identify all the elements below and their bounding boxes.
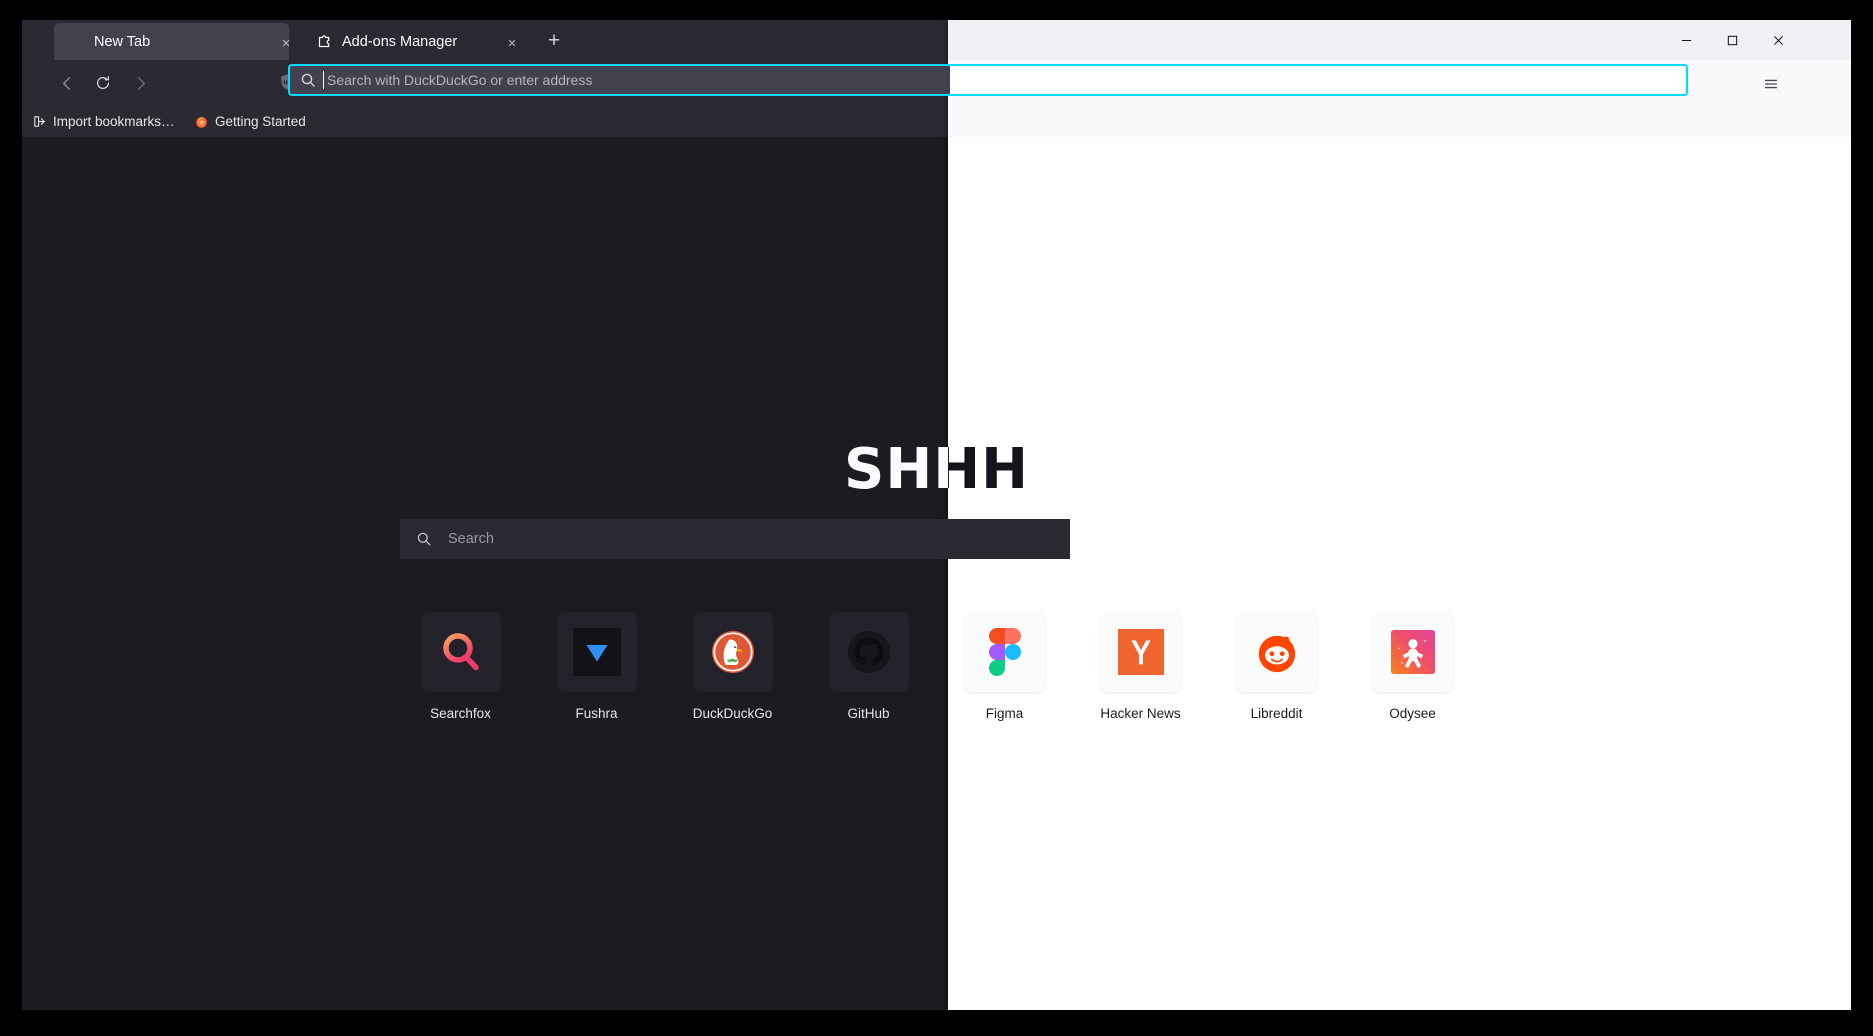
browser-window-front [948, 20, 1851, 1010]
shortcut-label: GitHub [847, 706, 890, 721]
hackernews-icon [1100, 612, 1181, 692]
shortcut-libreddit[interactable]: Libreddit [1209, 612, 1345, 721]
bookmarks-toolbar-light [948, 105, 1851, 137]
browser-window-back: New Tab × Add-ons Manager × + Import boo… [22, 20, 948, 1010]
libreddit-icon [1236, 612, 1317, 692]
newtab-page-light-region [948, 137, 1851, 1010]
shortcut-odysee[interactable]: Odysee [1345, 612, 1481, 721]
shortcut-label: Hacker News [1100, 706, 1181, 721]
shortcut-label: Odysee [1389, 706, 1436, 721]
tab-close-button[interactable]: × [500, 31, 524, 55]
newtab-page-dark-region [22, 137, 948, 1010]
blank-page-icon [68, 33, 85, 50]
url-bar-placeholder: Search with DuckDuckGo or enter address [327, 72, 593, 88]
shortcut-github[interactable]: GitHub [801, 612, 937, 721]
shortcut-label: Libreddit [1250, 706, 1303, 721]
shortcut-figma[interactable]: Figma [937, 612, 1073, 721]
url-bar-light-portion [950, 66, 1686, 94]
fushra-icon [556, 612, 637, 692]
back-button[interactable] [54, 70, 80, 96]
search-icon [300, 72, 316, 88]
bookmark-import-bookmarks[interactable]: Import bookmarks… [32, 111, 175, 132]
import-arrow-icon [32, 114, 47, 129]
shortcut-label: DuckDuckGo [692, 706, 773, 721]
tab-label: Add-ons Manager [342, 33, 458, 50]
shortcut-fushra[interactable]: Fushra [529, 612, 665, 721]
shortcut-duckduckgo[interactable]: DuckDuckGo [665, 612, 801, 721]
odysee-icon [1372, 612, 1453, 692]
tab-label: New Tab [94, 33, 151, 50]
searchfox-icon [420, 612, 501, 692]
url-bar[interactable]: Search with DuckDuckGo or enter address [288, 64, 1688, 96]
new-tab-button[interactable]: + [540, 27, 568, 55]
newtab-search-placeholder: Search [448, 531, 494, 547]
title-bar [948, 20, 1851, 60]
firefox-logo-icon [194, 114, 209, 129]
tab-close-button[interactable]: × [274, 31, 298, 55]
shortcut-hacker-news[interactable]: Hacker News [1073, 612, 1209, 721]
screen-root: New Tab × Add-ons Manager × + Import boo… [0, 0, 1873, 1036]
reload-button[interactable] [90, 70, 116, 96]
search-icon [416, 531, 432, 547]
tab-bar: New Tab × Add-ons Manager × + [22, 20, 948, 60]
github-icon [828, 612, 909, 692]
duckduckgo-icon [692, 612, 773, 692]
app-menu-button[interactable] [1758, 71, 1784, 97]
close-button[interactable] [1755, 20, 1801, 60]
shortcut-searchfox[interactable]: Searchfox [393, 612, 529, 721]
maximize-button[interactable] [1709, 20, 1755, 60]
minimize-button[interactable] [1663, 20, 1709, 60]
shortcut-label: Figma [985, 706, 1024, 721]
bookmark-label: Getting Started [215, 114, 306, 129]
text-cursor [323, 71, 324, 89]
shortcut-label: Fushra [575, 706, 618, 721]
bookmarks-toolbar: Import bookmarks… Getting Started [22, 105, 948, 137]
tab-new-tab[interactable]: New Tab [54, 23, 289, 60]
newtab-search-box[interactable]: Search [400, 519, 1070, 559]
bookmark-label: Import bookmarks… [53, 114, 175, 129]
figma-icon [964, 612, 1045, 692]
extension-puzzle-icon [316, 33, 333, 50]
bookmark-getting-started[interactable]: Getting Started [194, 111, 306, 132]
forward-button[interactable] [127, 70, 153, 96]
shortcut-label: Searchfox [430, 706, 491, 721]
